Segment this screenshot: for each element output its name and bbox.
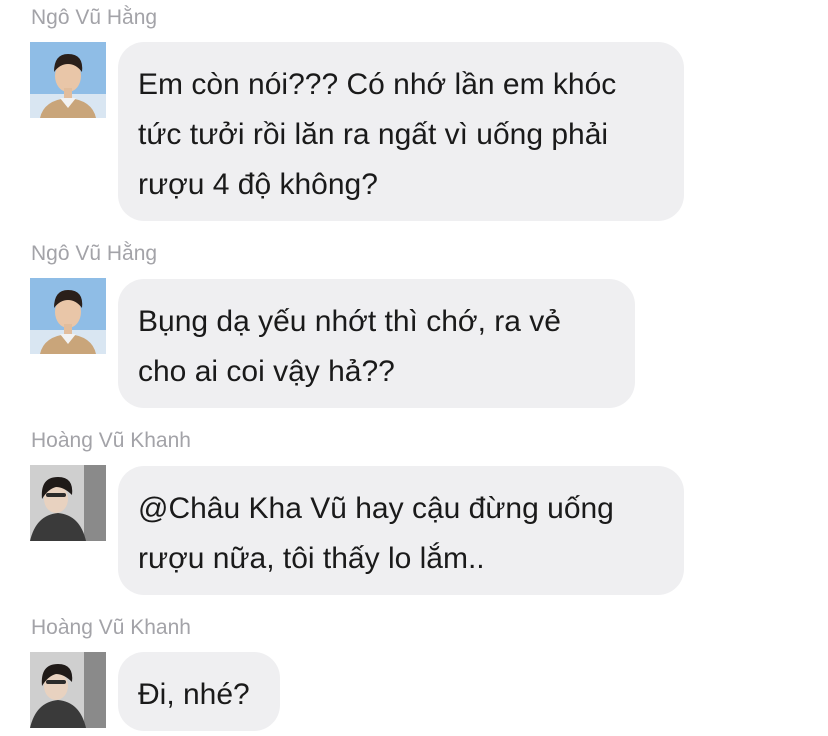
- message-bubble[interactable]: Em còn nói??? Có nhớ lần em khóc tức tưở…: [118, 42, 684, 221]
- sender-name[interactable]: Ngô Vũ Hằng: [31, 6, 157, 30]
- sender-name[interactable]: Hoàng Vũ Khanh: [31, 616, 191, 640]
- avatar[interactable]: [30, 278, 106, 354]
- avatar[interactable]: [30, 465, 106, 541]
- avatar[interactable]: [30, 652, 106, 728]
- avatar[interactable]: [30, 42, 106, 118]
- message-bubble[interactable]: Đi, nhé?: [118, 652, 280, 731]
- sender-name[interactable]: Ngô Vũ Hằng: [31, 242, 157, 266]
- message-bubble[interactable]: Bụng dạ yếu nhớt thì chớ, ra vẻ cho ai c…: [118, 279, 635, 408]
- sender-name[interactable]: Hoàng Vũ Khanh: [31, 429, 191, 453]
- message-bubble[interactable]: @Châu Kha Vũ hay cậu đừng uống rượu nữa,…: [118, 466, 684, 595]
